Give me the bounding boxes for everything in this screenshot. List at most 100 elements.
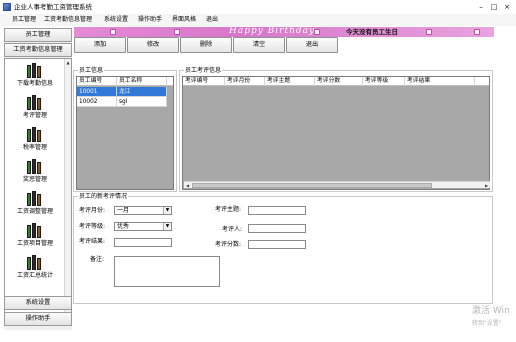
sidebar-item-label: 工资汇总统计 xyxy=(16,272,53,279)
clear-button[interactable]: 清空 xyxy=(233,37,285,53)
sidebar-button-assistant[interactable]: 操作助手 xyxy=(4,312,72,326)
sidebar-item-label: 税率管理 xyxy=(22,144,47,151)
score-label: 考评分数: xyxy=(215,241,242,248)
scroll-right-icon[interactable]: ▶ xyxy=(483,182,490,189)
books-icon xyxy=(27,127,43,142)
column-header[interactable]: 考评分数 xyxy=(315,77,363,86)
app-icon xyxy=(3,3,11,11)
column-header[interactable]: 考评编号 xyxy=(183,77,225,86)
books-icon xyxy=(27,95,43,110)
new-evaluation-group: 员工的新考评情况 考评月份: 一月 ▼ 考评主题: 考评等级: 优秀 ▼ 考评人… xyxy=(73,193,493,304)
delete-button[interactable]: 删除 xyxy=(180,37,232,53)
books-icon xyxy=(27,63,43,78)
sidebar-item-label: 工资调整管理 xyxy=(16,208,53,215)
menu-exit[interactable]: 退出 xyxy=(206,14,218,26)
sidebar-item-rewards[interactable]: 奖惩管理 xyxy=(5,159,65,191)
month-select[interactable]: 一月 ▼ xyxy=(114,206,172,215)
table-cell: sgl xyxy=(117,97,167,107)
menu-settings[interactable]: 系统设置 xyxy=(104,14,128,26)
birthday-text: Happy Birthday xyxy=(229,26,316,36)
column-header[interactable]: 员工名称 xyxy=(117,77,167,86)
month-select-value: 一月 xyxy=(117,207,130,214)
minimize-button[interactable]: – xyxy=(474,2,488,12)
menu-style[interactable]: 界面风格 xyxy=(172,14,196,26)
chevron-down-icon[interactable]: ▼ xyxy=(163,207,171,214)
subject-input[interactable] xyxy=(248,206,306,215)
cake-icon xyxy=(426,29,432,35)
scroll-thumb[interactable] xyxy=(192,183,432,188)
edit-button[interactable]: 修改 xyxy=(127,37,179,53)
result-input[interactable] xyxy=(114,238,172,247)
score-input[interactable] xyxy=(248,240,306,249)
cake-icon xyxy=(174,29,180,35)
menu-employee[interactable]: 员工管理 xyxy=(12,14,36,26)
sidebar: 员工管理 工资考勤信息管理 下载考勤信息 考评管理 税率管理 奖惩管理 工资调整… xyxy=(4,28,72,330)
grade-label: 考评等级: xyxy=(79,223,106,230)
evaluator-input[interactable] xyxy=(248,224,306,233)
employee-table-header: 员工编号 员工名称 xyxy=(77,77,173,86)
sidebar-item-tax[interactable]: 税率管理 xyxy=(5,127,65,159)
chevron-down-icon[interactable]: ▼ xyxy=(163,223,171,230)
books-icon xyxy=(27,159,43,174)
remarks-label: 备注: xyxy=(90,256,105,263)
birthday-banner: Happy Birthday 今天没有员工生日 xyxy=(74,26,494,37)
evaluator-label: 考评人: xyxy=(222,226,243,233)
table-cell: 10001 xyxy=(77,87,117,97)
sidebar-item-label: 下载考勤信息 xyxy=(16,80,53,87)
exit-button[interactable]: 退出 xyxy=(286,37,338,53)
sidebar-scrollbar[interactable]: ▲ ▼ xyxy=(64,59,71,322)
menu-assistant[interactable]: 操作助手 xyxy=(138,14,162,26)
table-row[interactable]: 10001 龙江 xyxy=(77,87,173,97)
grade-select-value: 优秀 xyxy=(117,223,130,230)
sidebar-items: 下载考勤信息 考评管理 税率管理 奖惩管理 工资调整管理 工资项目管理 工资汇总… xyxy=(5,59,65,322)
scroll-left-icon[interactable]: ◀ xyxy=(184,182,191,189)
column-header[interactable]: 考评等级 xyxy=(363,77,405,86)
cake-icon xyxy=(110,29,116,35)
grade-select[interactable]: 优秀 ▼ xyxy=(114,222,172,231)
table-row[interactable]: 10002 sgl xyxy=(77,97,173,107)
remarks-textarea[interactable] xyxy=(114,256,220,287)
close-button[interactable]: × xyxy=(500,2,514,12)
table-cell: 10002 xyxy=(77,97,117,107)
window-title: 企业人事考勤工资管理系统 xyxy=(14,3,92,11)
column-header[interactable]: 考评月份 xyxy=(225,77,265,86)
sidebar-item-download-attendance[interactable]: 下载考勤信息 xyxy=(5,63,65,95)
sidebar-button-attendance[interactable]: 工资考勤信息管理 xyxy=(4,43,72,57)
evaluation-info-title: 员工考评信息 xyxy=(184,67,223,74)
sidebar-item-salary-items[interactable]: 工资项目管理 xyxy=(5,223,65,255)
sidebar-item-label: 工资项目管理 xyxy=(16,240,53,247)
evaluation-table-header: 考评编号 考评月份 考评主题 考评分数 考评等级 考评结果 xyxy=(183,77,489,86)
result-label: 考评结果: xyxy=(79,238,106,245)
activation-watermark: 激活 Win xyxy=(472,306,510,316)
column-header[interactable]: 员工编号 xyxy=(77,77,117,86)
sidebar-item-evaluation[interactable]: 考评管理 xyxy=(5,95,65,127)
toolbar: 添加 修改 删除 清空 退出 xyxy=(74,37,494,53)
sidebar-item-label: 考评管理 xyxy=(22,112,47,119)
books-icon xyxy=(27,191,43,206)
sidebar-item-salary-summary[interactable]: 工资汇总统计 xyxy=(5,255,65,287)
scroll-up-icon[interactable]: ▲ xyxy=(65,59,71,66)
column-header[interactable]: 考评结果 xyxy=(405,77,475,86)
books-icon xyxy=(27,223,43,238)
maximize-button[interactable]: □ xyxy=(487,2,501,12)
activation-watermark-hint: 转到"设置" xyxy=(472,320,502,327)
evaluation-table: 考评编号 考评月份 考评主题 考评分数 考评等级 考评结果 ◀ ▶ xyxy=(182,76,490,190)
column-header[interactable]: 考评主题 xyxy=(265,77,315,86)
add-button[interactable]: 添加 xyxy=(74,37,126,53)
title-bar: 企业人事考勤工资管理系统 – □ × xyxy=(0,0,516,14)
sidebar-item-salary-adjust[interactable]: 工资调整管理 xyxy=(5,191,65,223)
sidebar-button-employee[interactable]: 员工管理 xyxy=(4,28,72,42)
sidebar-panel: 下载考勤信息 考评管理 税率管理 奖惩管理 工资调整管理 工资项目管理 工资汇总… xyxy=(4,58,72,323)
new-evaluation-title: 员工的新考评情况 xyxy=(78,193,129,200)
menu-attendance[interactable]: 工资考勤信息管理 xyxy=(44,14,92,26)
month-label: 考评月份: xyxy=(79,207,106,214)
birthday-notice: 今天没有员工生日 xyxy=(346,28,398,36)
app-window: 企业人事考勤工资管理系统 – □ × 员工管理 工资考勤信息管理 系统设置 操作… xyxy=(0,0,516,342)
sidebar-button-settings[interactable]: 系统设置 xyxy=(4,296,72,310)
employee-info-title: 员工信息 xyxy=(78,67,105,74)
employee-table: 员工编号 员工名称 10001 龙江 10002 sgl xyxy=(76,76,174,190)
books-icon xyxy=(27,255,43,270)
evaluation-table-hscrollbar[interactable]: ◀ ▶ xyxy=(184,181,490,188)
table-cell: 龙江 xyxy=(117,87,167,97)
sidebar-item-label: 奖惩管理 xyxy=(22,176,47,183)
